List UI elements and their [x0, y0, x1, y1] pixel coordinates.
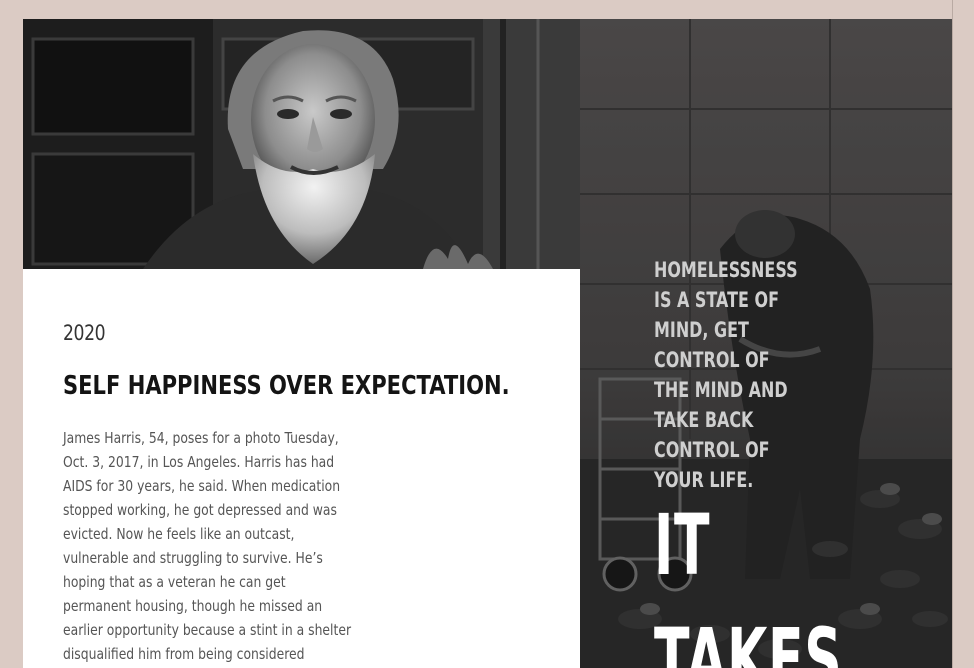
page-right-margin [952, 0, 974, 668]
big-word-it: IT [654, 496, 711, 594]
article-year: 2020 [63, 321, 106, 345]
article-caption: James Harris, 54, poses for a photo Tues… [63, 429, 352, 663]
article-card: 2020 SELF HAPPINESS OVER EXPECTATION. Ja… [23, 269, 580, 668]
side-quote: HOMELESSNESS IS A STATE OF MIND, GET CON… [654, 258, 798, 492]
side-photo-panel: HOMELESSNESS IS A STATE OF MIND, GET CON… [580, 19, 952, 668]
bearded-man-portrait-photo [23, 19, 580, 269]
article-headline: SELF HAPPINESS OVER EXPECTATION. [63, 371, 510, 401]
page: 2020 SELF HAPPINESS OVER EXPECTATION. Ja… [0, 0, 974, 668]
big-word-takes: TAKES [654, 610, 843, 668]
